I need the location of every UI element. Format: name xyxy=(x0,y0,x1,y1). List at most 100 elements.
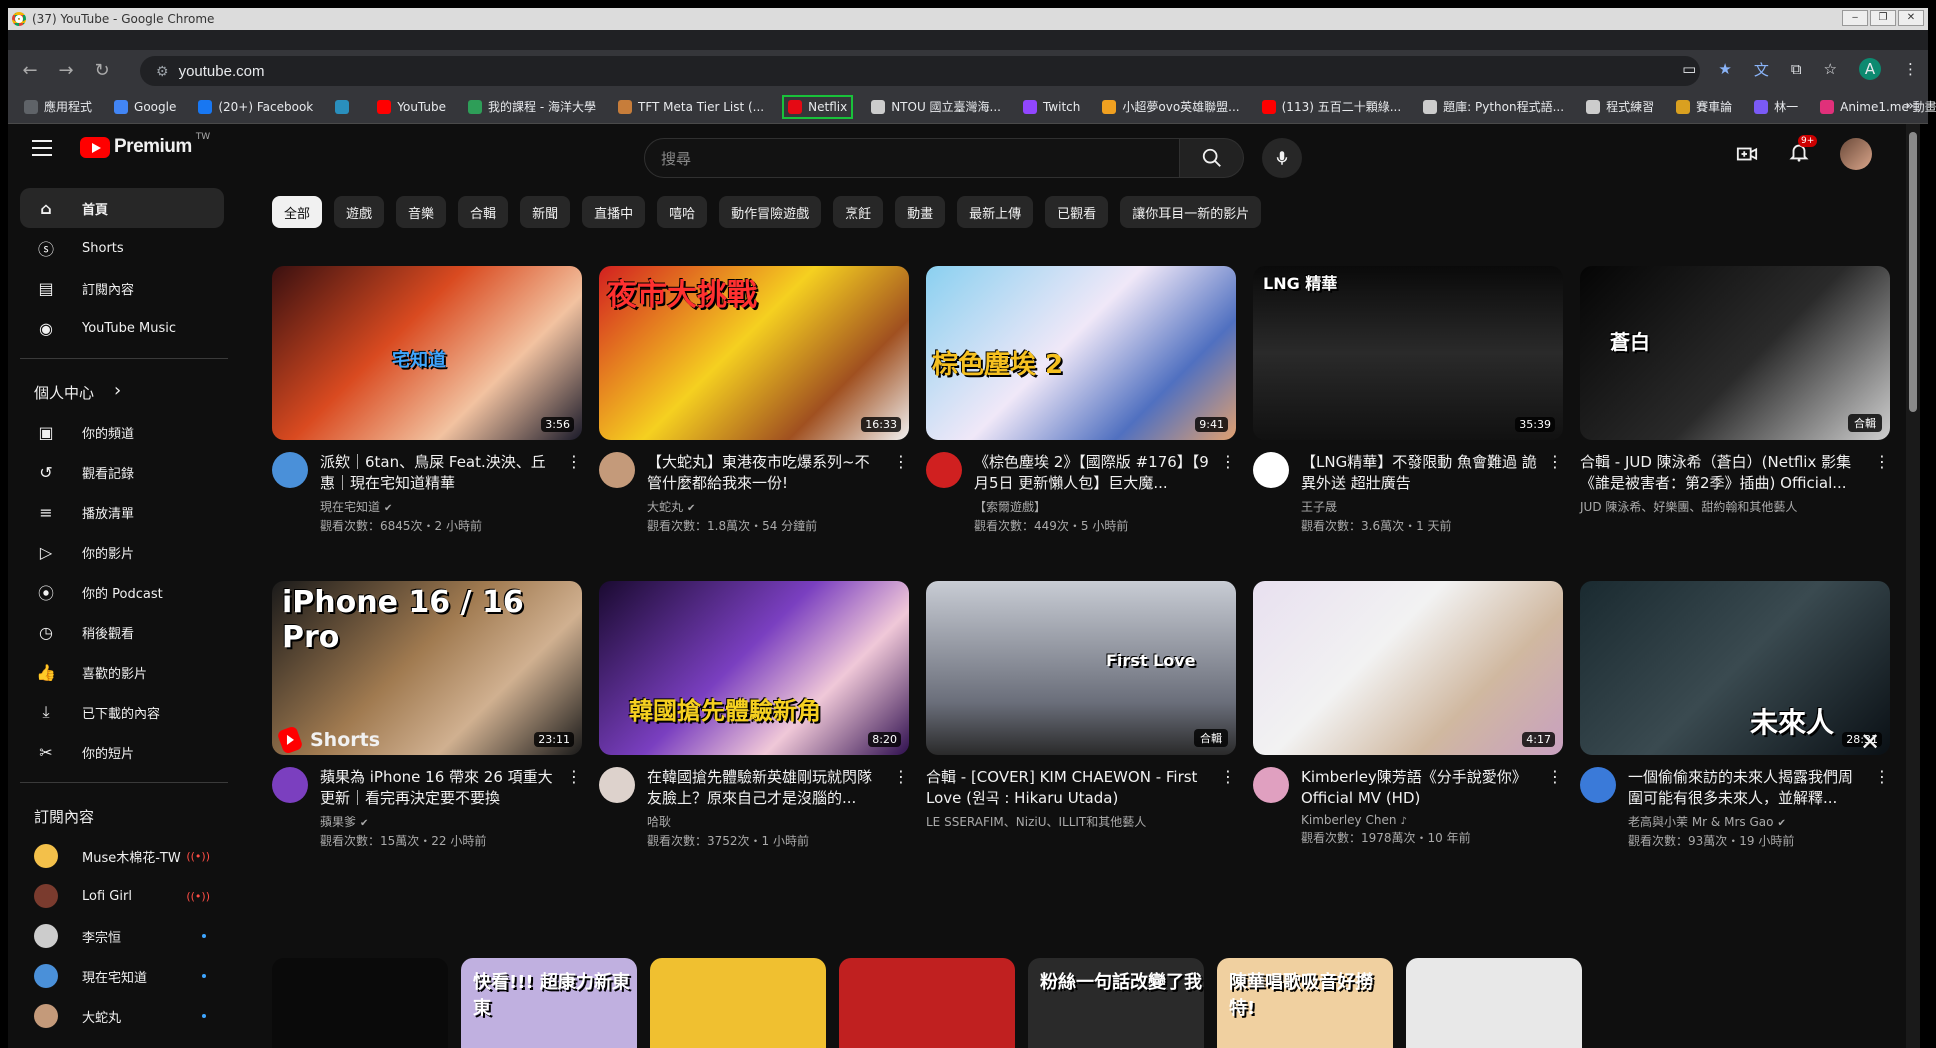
sidebar-item-watch-later[interactable]: ◷ 稍後觀看 xyxy=(20,612,224,652)
sidebar-item-home[interactable]: ⌂ 首頁 xyxy=(20,188,224,228)
channel-name-text[interactable]: JUD 陳泳希、好樂團、甜約翰和其他藝人 xyxy=(1580,500,1797,514)
reload-icon[interactable]: ↻ xyxy=(88,56,116,84)
channel-name-text[interactable]: LE SSERAFIM、NiziU、ILLIT和其他藝人 xyxy=(926,815,1146,829)
filter-chip[interactable]: 音樂 xyxy=(396,196,447,228)
sidebar-subscription[interactable]: 大蛇丸 xyxy=(20,996,224,1036)
short-card[interactable]: 粉絲一句話改變了我 xyxy=(1028,958,1204,1048)
short-card[interactable] xyxy=(272,958,448,1048)
sidebar-item-your-videos[interactable]: ▷ 你的影片 xyxy=(20,532,224,572)
sidebar-item-music[interactable]: ◉ YouTube Music xyxy=(20,308,224,348)
video-title[interactable]: 《棕色塵埃 2》【國際版 #176】【9月5日 更新懶人包】巨大魔... xyxy=(974,452,1210,494)
video-card[interactable]: 棕色塵埃 2 9:41 《棕色塵埃 2》【國際版 #176】【9月5日 更新懶人包】… xyxy=(926,266,1236,534)
video-title[interactable]: 合輯 - JUD 陳泳希（蒼白）(Netflix 影集《誰是被害者：第2季》插曲… xyxy=(1580,452,1866,494)
url-text[interactable]: youtube.com xyxy=(179,63,265,80)
bookmark-item[interactable] xyxy=(331,95,359,119)
channel-name[interactable]: 現在宅知道 ✔ xyxy=(320,498,556,515)
youtube-logo[interactable]: Premium TW xyxy=(80,132,210,158)
video-thumbnail[interactable]: 棕色塵埃 2 9:41 xyxy=(926,266,1236,440)
channel-name[interactable]: 王子晟 xyxy=(1301,498,1537,515)
video-card[interactable]: 未來人 28:31 一個偷偷來訪的未來人揭露我們周圍可能有很多未來人，並解釋... 老… xyxy=(1580,581,1890,849)
profile-avatar[interactable]: A xyxy=(1859,58,1881,80)
video-thumbnail[interactable]: LNG 精華 35:39 xyxy=(1253,266,1563,440)
bookmark-item[interactable]: Twitch xyxy=(1019,95,1084,119)
channel-name[interactable]: 大蛇丸 ✔ xyxy=(647,498,883,515)
channel-name-text[interactable]: 大蛇丸 xyxy=(647,500,683,514)
back-icon[interactable]: ← xyxy=(16,56,44,84)
notifications-button[interactable]: 9+ xyxy=(1788,135,1818,167)
video-title[interactable]: 派欸｜6tan、鳥屎 Feat.泱泱、丘惠｜現在宅知道精華 xyxy=(320,452,556,494)
sidebar-item-channel[interactable]: ▣ 你的頻道 xyxy=(20,412,224,452)
filter-chip[interactable]: 最新上傳 xyxy=(957,196,1034,228)
video-thumbnail[interactable]: 蒼白 合輯 xyxy=(1580,266,1890,440)
guide-menu-icon[interactable] xyxy=(32,140,52,156)
bookmark-item[interactable]: Google xyxy=(110,95,180,119)
video-card[interactable]: First Love 合輯合輯 - [COVER] KIM CHAEWON - F… xyxy=(926,581,1236,830)
sidebar-subscription[interactable]: Muse木棉花-TW ((•)) xyxy=(20,836,224,876)
video-thumbnail[interactable]: First Love 合輯 xyxy=(926,581,1236,755)
menu-icon[interactable]: ⋮ xyxy=(1903,60,1918,78)
channel-avatar[interactable] xyxy=(926,452,962,488)
bookmark-item[interactable]: 題庫: Python程式語... xyxy=(1419,95,1568,119)
more-actions-icon[interactable]: ⋮ xyxy=(1547,767,1563,786)
video-thumbnail[interactable]: 未來人 28:31 xyxy=(1580,581,1890,755)
sidebar-item-download[interactable]: ⤓ 已下載的內容 xyxy=(20,692,224,732)
channel-name-text[interactable]: 王子晟 xyxy=(1301,500,1337,514)
channel-name[interactable]: Kimberley Chen ♪ xyxy=(1301,813,1537,827)
scrollbar-thumb[interactable] xyxy=(1909,132,1917,412)
sidebar-item-subscriptions[interactable]: ▤ 訂閱內容 xyxy=(20,268,224,308)
search-button[interactable] xyxy=(1180,138,1244,178)
bookmark-item[interactable]: Anime1.me 動畫線... xyxy=(1816,95,1936,119)
translate-icon[interactable]: 文 xyxy=(1754,59,1769,80)
channel-avatar[interactable] xyxy=(599,767,635,803)
video-thumbnail[interactable]: 夜市大挑戰 16:33 xyxy=(599,266,909,440)
filter-chip[interactable]: 全部 xyxy=(272,196,323,228)
sidebar-item-like[interactable]: 👍 喜歡的影片 xyxy=(20,652,224,692)
close-icon[interactable]: ✕ xyxy=(1860,728,1880,756)
video-title[interactable]: 【大蛇丸】東港夜市吃爆系列~不管什麼都給我來一份! xyxy=(647,452,883,494)
more-actions-icon[interactable]: ⋮ xyxy=(566,452,582,471)
bookmark-item[interactable]: 應用程式 xyxy=(20,95,96,119)
video-card[interactable]: LNG 精華 35:39 【LNG精華】不發限動 魚會難過 詭異外送 超壯廣告王子晟… xyxy=(1253,266,1563,534)
video-card[interactable]: 宅知道 3:56 派欸｜6tan、鳥屎 Feat.泱泱、丘惠｜現在宅知道精華現在宅知… xyxy=(272,266,582,534)
channel-name[interactable]: 【索爾遊戲】 xyxy=(974,498,1210,515)
filter-chip[interactable]: 動畫 xyxy=(895,196,946,228)
chevron-right-icon[interactable]: › xyxy=(114,380,121,401)
video-title[interactable]: Kimberley陳芳語《分手說愛你》Official MV (HD) xyxy=(1301,767,1537,809)
search-input[interactable]: 搜尋 xyxy=(644,138,1180,178)
channel-name-text[interactable]: 【索爾遊戲】 xyxy=(974,500,1046,514)
bookmark-item[interactable]: 小超夢ovo英雄聯盟... xyxy=(1098,95,1243,119)
voice-search-button[interactable] xyxy=(1262,138,1302,178)
filter-chip[interactable]: 已觀看 xyxy=(1045,196,1109,228)
bookmark-item[interactable]: YouTube xyxy=(373,95,450,119)
channel-avatar[interactable] xyxy=(1253,767,1289,803)
forward-icon[interactable]: → xyxy=(52,56,80,84)
channel-name-text[interactable]: 現在宅知道 xyxy=(320,500,380,514)
video-title[interactable]: 合輯 - [COVER] KIM CHAEWON - First Love (원… xyxy=(926,767,1212,809)
reading-list-icon[interactable]: ☆ xyxy=(1824,60,1837,78)
bookmark-item[interactable]: Netflix xyxy=(782,94,854,119)
video-title[interactable]: 一個偷偷來訪的未來人揭露我們周圍可能有很多未來人，並解釋... xyxy=(1628,767,1864,809)
video-title[interactable]: 【LNG精華】不發限動 魚會難過 詭異外送 超壯廣告 xyxy=(1301,452,1537,494)
sidebar-subscription[interactable]: Lofi Girl ((•)) xyxy=(20,876,224,916)
channel-avatar[interactable] xyxy=(272,452,308,488)
bookmark-item[interactable]: (20+) Facebook xyxy=(194,95,317,119)
video-thumbnail[interactable]: 宅知道 3:56 xyxy=(272,266,582,440)
filter-chip[interactable]: 新聞 xyxy=(520,196,571,228)
more-actions-icon[interactable]: ⋮ xyxy=(1547,452,1563,471)
channel-name-text[interactable]: Kimberley Chen xyxy=(1301,813,1396,827)
site-info-icon[interactable]: ⚙ xyxy=(156,63,169,80)
sidebar-item-podcast[interactable]: ⦿ 你的 Podcast xyxy=(20,572,224,612)
filter-chip[interactable]: 遊戲 xyxy=(334,196,385,228)
video-thumbnail[interactable]: 4:17 xyxy=(1253,581,1563,755)
more-actions-icon[interactable]: ⋮ xyxy=(1220,452,1236,471)
video-card[interactable]: 韓國搶先體驗新角 8:20 在韓國搶先體驗新英雄剛玩就閃隊友臉上？原來自己才是沒腦的… xyxy=(599,581,909,849)
more-actions-icon[interactable]: ⋮ xyxy=(893,767,909,786)
bookmark-item[interactable]: 我的課程 - 海洋大學 xyxy=(464,95,600,119)
short-card[interactable]: 快看!!! 超康力新東東 xyxy=(461,958,637,1048)
short-card[interactable] xyxy=(650,958,826,1048)
scrollbar[interactable] xyxy=(1906,124,1920,1048)
cast-icon[interactable]: ▭ xyxy=(1682,60,1696,78)
channel-name-text[interactable]: 哈耿 xyxy=(647,815,671,829)
channel-name[interactable]: 哈耿 xyxy=(647,813,883,830)
filter-chip[interactable]: 讓你耳目一新的影片 xyxy=(1120,196,1262,228)
